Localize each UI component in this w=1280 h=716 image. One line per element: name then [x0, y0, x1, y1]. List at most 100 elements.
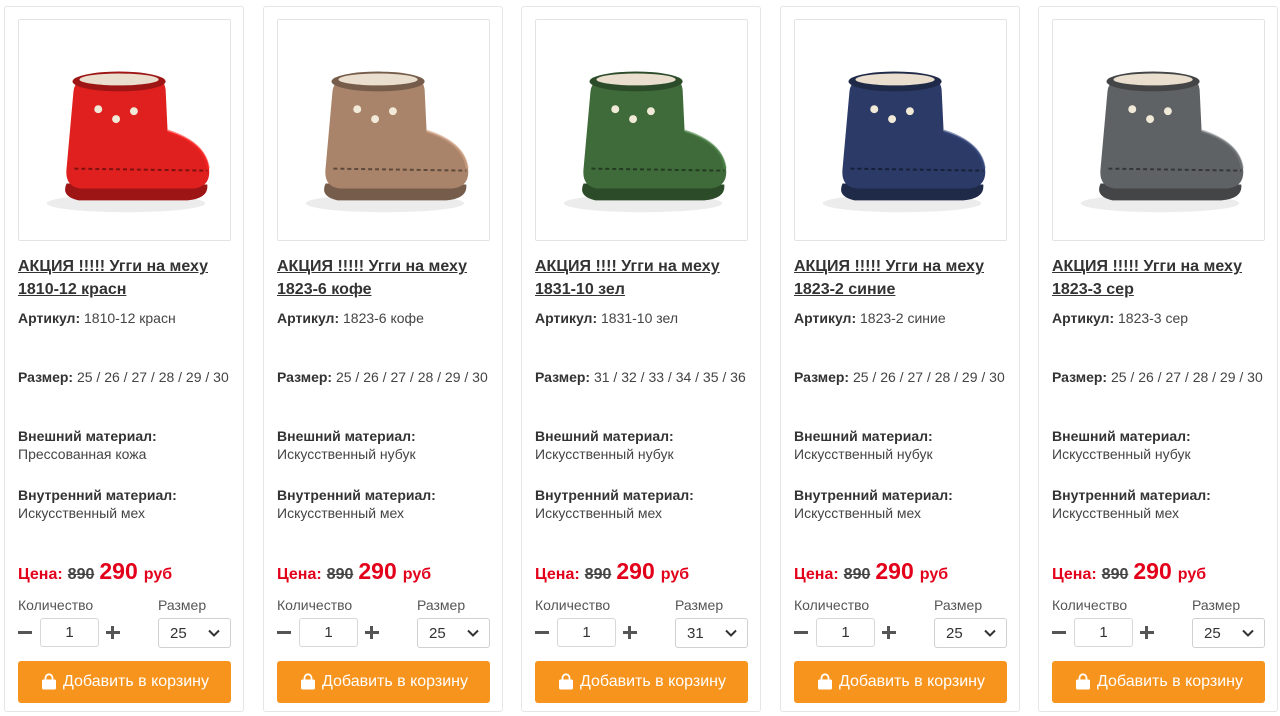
minus-icon[interactable]: [1050, 623, 1068, 641]
inner-material-value: Искусственный мех: [277, 505, 405, 521]
add-to-cart-label: Добавить в корзину: [1096, 673, 1243, 690]
add-to-cart-button[interactable]: Добавить в корзину: [535, 661, 748, 703]
sale-price: 290: [99, 558, 138, 584]
quantity-input[interactable]: [299, 618, 358, 647]
chevron-down-icon: [467, 629, 479, 637]
quantity-label: Количество: [535, 597, 611, 613]
inner-material-value: Искусственный мех: [1052, 505, 1180, 521]
add-to-cart-button[interactable]: Добавить в корзину: [794, 661, 1007, 703]
boot-image: [563, 71, 727, 213]
quantity-input[interactable]: [557, 618, 616, 647]
outer-material-label: Внешний материал:: [794, 428, 933, 444]
inner-material: Внутренний материал: Искусственный мех: [1052, 486, 1267, 522]
inner-material-value: Искусственный мех: [794, 505, 922, 521]
old-price: 890: [843, 566, 871, 583]
sku-label: Артикул:: [794, 310, 857, 326]
minus-icon[interactable]: [275, 623, 293, 641]
shopping-bag-icon: [300, 673, 315, 690]
inner-material: Внутренний материал: Искусственный мех: [277, 486, 492, 522]
plus-icon[interactable]: [104, 623, 122, 641]
outer-material-value: Искусственный нубук: [794, 446, 933, 462]
product-title-link[interactable]: АКЦИЯ !!!!! Угги на меху 1823-3 сер: [1052, 255, 1267, 301]
chevron-down-icon: [1242, 629, 1254, 637]
add-to-cart-button[interactable]: Добавить в корзину: [1052, 661, 1265, 703]
size-select[interactable]: 25: [1192, 618, 1265, 648]
inner-material-value: Искусственный мех: [535, 505, 663, 521]
size-label: Размер:: [18, 369, 74, 385]
product-image[interactable]: [1052, 19, 1265, 241]
product-title-link[interactable]: АКЦИЯ !!!!! Угги на меху 1823-6 кофе: [277, 255, 492, 301]
minus-icon[interactable]: [533, 623, 551, 641]
chevron-down-icon: [984, 629, 996, 637]
inner-material-label: Внутренний материал:: [794, 487, 953, 503]
currency: руб: [143, 566, 173, 583]
product-title-link[interactable]: АКЦИЯ !!!!! Угги на меху 1823-2 синие: [794, 255, 1009, 301]
size-values: 25 / 26 / 27 / 28 / 29 / 30: [76, 369, 229, 385]
plus-icon[interactable]: [1138, 623, 1156, 641]
sku-value: 1810-12 красн: [84, 310, 176, 326]
product-image[interactable]: [18, 19, 231, 241]
product-image[interactable]: [794, 19, 1007, 241]
shopping-bag-icon: [1075, 673, 1090, 690]
product-card: АКЦИЯ !!!!! Угги на меху 1810-12 красн А…: [4, 6, 244, 712]
sku-label: Артикул:: [535, 310, 598, 326]
size-select[interactable]: 31: [675, 618, 748, 648]
old-price: 890: [67, 566, 95, 583]
outer-material-label: Внешний материал:: [1052, 428, 1191, 444]
size-select-label: Размер: [675, 597, 724, 613]
inner-material-label: Внутренний материал:: [18, 487, 177, 503]
outer-material-value: Искусственный нубук: [277, 446, 416, 462]
quantity-input[interactable]: [40, 618, 99, 647]
outer-material-label: Внешний материал:: [535, 428, 674, 444]
product-sku: Артикул: 1823-2 синие: [794, 309, 1009, 327]
size-select[interactable]: 25: [158, 618, 231, 648]
size-select-value: 25: [1204, 625, 1221, 642]
product-image[interactable]: [277, 19, 490, 241]
outer-material: Внешний материал: Прессованная кожа: [18, 427, 233, 463]
product-sizes: Размер: 25 / 26 / 27 / 28 / 29 / 30: [277, 368, 492, 386]
price-row: Цена: 890 290 руб: [277, 558, 492, 588]
product-grid: АКЦИЯ !!!!! Угги на меху 1810-12 красн А…: [0, 0, 1280, 716]
size-select[interactable]: 25: [417, 618, 490, 648]
sale-price: 290: [616, 558, 655, 584]
add-to-cart-button[interactable]: Добавить в корзину: [277, 661, 490, 703]
old-price: 890: [326, 566, 354, 583]
inner-material-label: Внутренний материал:: [535, 487, 694, 503]
size-select-label: Размер: [158, 597, 207, 613]
size-select[interactable]: 25: [934, 618, 1007, 648]
shopping-bag-icon: [41, 673, 56, 690]
minus-icon[interactable]: [792, 623, 810, 641]
quantity-label: Количество: [18, 597, 94, 613]
sku-value: 1823-3 сер: [1118, 310, 1189, 326]
plus-icon[interactable]: [363, 623, 381, 641]
price-row: Цена: 890 290 руб: [1052, 558, 1267, 588]
product-title-link[interactable]: АКЦИЯ !!!!! Угги на меху 1810-12 красн: [18, 255, 233, 301]
product-sizes: Размер: 25 / 26 / 27 / 28 / 29 / 30: [794, 368, 1009, 386]
add-to-cart-button[interactable]: Добавить в корзину: [18, 661, 231, 703]
product-card: АКЦИЯ !!!! Угги на меху 1831-10 зел Арти…: [521, 6, 761, 712]
size-values: 25 / 26 / 27 / 28 / 29 / 30: [852, 369, 1005, 385]
product-sku: Артикул: 1823-6 кофе: [277, 309, 492, 327]
outer-material-value: Искусственный нубук: [1052, 446, 1191, 462]
minus-icon[interactable]: [16, 623, 34, 641]
product-card: АКЦИЯ !!!!! Угги на меху 1823-3 сер Арти…: [1038, 6, 1278, 712]
sale-price: 290: [358, 558, 397, 584]
product-title-link[interactable]: АКЦИЯ !!!! Угги на меху 1831-10 зел: [535, 255, 750, 301]
product-sizes: Размер: 25 / 26 / 27 / 28 / 29 / 30: [1052, 368, 1267, 386]
product-sku: Артикул: 1823-3 сер: [1052, 309, 1267, 327]
outer-material-value: Искусственный нубук: [535, 446, 674, 462]
chevron-down-icon: [725, 629, 737, 637]
size-select-label: Размер: [1192, 597, 1241, 613]
quantity-input[interactable]: [1074, 618, 1133, 647]
outer-material: Внешний материал: Искусственный нубук: [535, 427, 750, 463]
plus-icon[interactable]: [880, 623, 898, 641]
quantity-input[interactable]: [816, 618, 875, 647]
currency: руб: [660, 566, 690, 583]
plus-icon[interactable]: [621, 623, 639, 641]
outer-material: Внешний материал: Искусственный нубук: [277, 427, 492, 463]
price-label: Цена:: [535, 566, 580, 583]
size-values: 25 / 26 / 27 / 28 / 29 / 30: [1110, 369, 1263, 385]
sku-label: Артикул:: [277, 310, 340, 326]
product-image[interactable]: [535, 19, 748, 241]
shopping-bag-icon: [558, 673, 573, 690]
